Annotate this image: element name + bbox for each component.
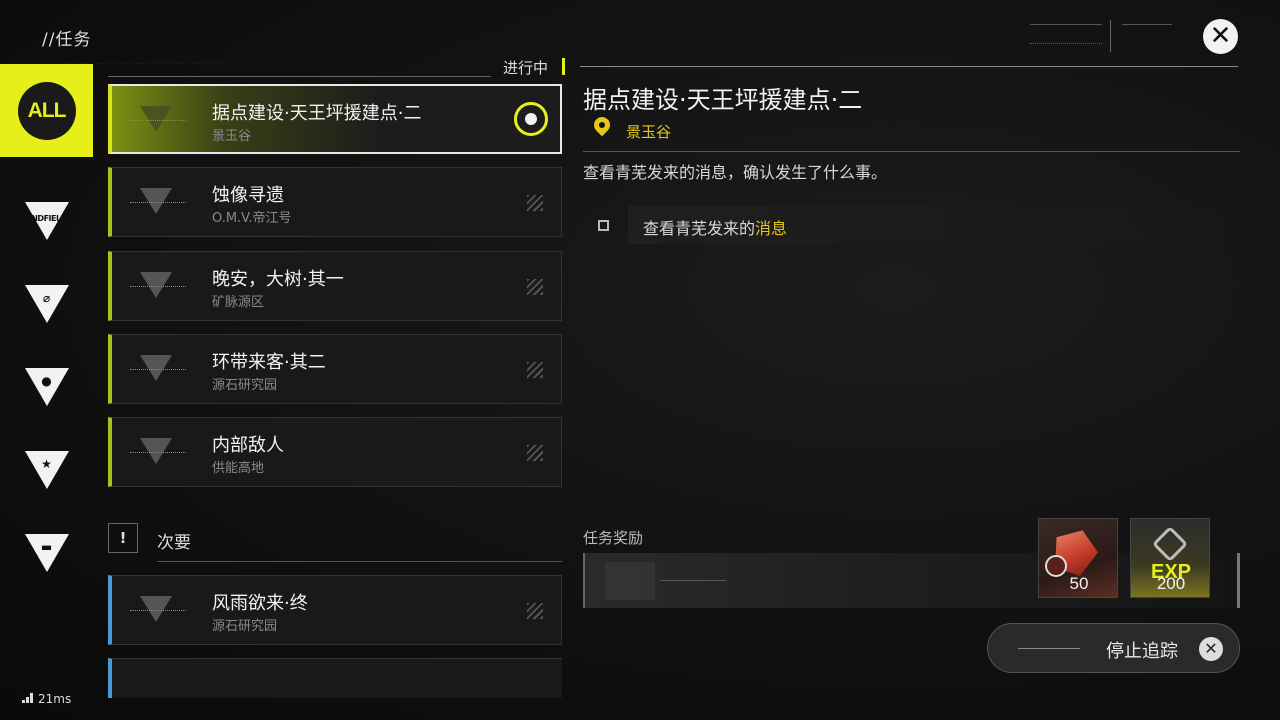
quest-card[interactable]: 据点建设·天王坪援建点·二 景玉谷	[108, 84, 562, 154]
person-icon: ●	[24, 367, 69, 406]
quest-title: 环带来客·其二	[212, 352, 326, 373]
quest-location: 源石研究园	[212, 619, 278, 634]
detail-description: 查看青芜发来的消息，确认发生了什么事。	[583, 163, 888, 182]
quest-emblem-icon	[140, 272, 172, 298]
sidebar-item-bracket[interactable]: ▬	[0, 506, 93, 599]
detail-location: 景玉谷	[626, 123, 672, 141]
hook-icon: ⌀	[24, 284, 69, 323]
ping-value: 21ms	[38, 692, 72, 706]
page-title: //任务	[42, 30, 92, 50]
close-icon: ✕	[1199, 637, 1223, 661]
section-divider	[157, 561, 562, 562]
hatch-icon	[527, 445, 543, 461]
sidebar-item-hook[interactable]: ⌀	[0, 257, 93, 350]
detail-title: 据点建设·天王坪援建点·二	[583, 86, 863, 114]
sidebar-item-endfield[interactable]: ENDFIELD	[0, 174, 93, 267]
detail-top-rule	[580, 66, 1238, 67]
reward-crystal[interactable]: 50	[1038, 518, 1118, 598]
endfield-icon: ENDFIELD	[24, 201, 69, 240]
hud-separator	[1110, 20, 1111, 52]
section-divider	[108, 76, 491, 77]
quest-location: O.M.V.帝江号	[212, 211, 292, 226]
quest-emblem-icon	[140, 106, 172, 132]
stop-tracking-label: 停止追踪	[1106, 641, 1178, 662]
objective-item: 查看青芜发来的消息	[583, 206, 1235, 244]
quest-title: 蚀像寻遗	[212, 185, 284, 206]
hud-decoration	[1030, 24, 1102, 44]
quest-card[interactable]: 环带来客·其二 源石研究园	[108, 334, 562, 404]
quest-location: 矿脉源区	[212, 295, 265, 310]
exp-icon	[1151, 525, 1189, 563]
quest-emblem-icon	[140, 438, 172, 464]
quest-card[interactable]: 风雨欲来·终 源石研究园	[108, 575, 562, 645]
quest-card[interactable]: 内部敌人 供能高地	[108, 417, 562, 487]
hatch-icon	[527, 603, 543, 619]
quest-location: 景玉谷	[212, 129, 252, 144]
quest-emblem-icon	[140, 355, 172, 381]
reward-count: 200	[1156, 574, 1186, 593]
quest-title: 晚安，大树·其一	[212, 269, 344, 290]
signal-icon	[22, 693, 34, 703]
crate-icon	[605, 562, 655, 600]
tracking-target-icon[interactable]	[514, 102, 548, 136]
sidebar-item-all[interactable]: ALL	[0, 64, 93, 157]
objective-highlight: 消息	[755, 219, 788, 238]
secondary-section-label: 次要	[157, 533, 191, 553]
quest-emblem-icon	[140, 596, 172, 622]
category-sidebar: ALL ENDFIELD ⌀ ● ★ ▬	[0, 64, 93, 720]
quest-emblem-icon	[140, 188, 172, 214]
quest-title: 内部敌人	[212, 435, 284, 456]
quest-card-partial[interactable]	[108, 658, 562, 698]
reward-count: 50	[1069, 574, 1089, 593]
secondary-alert-icon: !	[108, 523, 138, 553]
star-icon: ★	[24, 450, 69, 489]
sidebar-item-star[interactable]: ★	[0, 423, 93, 516]
stop-tracking-button[interactable]: 停止追踪 ✕	[987, 623, 1240, 673]
hatch-icon	[527, 362, 543, 378]
hatch-icon	[527, 279, 543, 295]
section-marker	[561, 58, 565, 75]
quest-card[interactable]: 晚安，大树·其一 矿脉源区	[108, 251, 562, 321]
reward-exp[interactable]: EXP 200	[1130, 518, 1210, 598]
rewards-label: 任务奖励	[583, 529, 644, 547]
close-button[interactable]: ✕	[1203, 19, 1238, 54]
quest-title: 风雨欲来·终	[212, 593, 308, 614]
bracket-icon: ▬	[24, 533, 69, 572]
objective-text: 查看青芜发来的消息	[643, 219, 788, 238]
all-icon: ALL	[17, 81, 76, 140]
hatch-icon	[527, 195, 543, 211]
quest-card[interactable]: 蚀像寻遗 O.M.V.帝江号	[108, 167, 562, 237]
detail-divider	[583, 151, 1240, 152]
checkbox-icon	[598, 220, 609, 231]
network-status: 21ms	[22, 692, 71, 706]
hud-decoration	[1122, 24, 1172, 44]
quest-title: 据点建设·天王坪援建点·二	[212, 103, 422, 124]
in-progress-label: 进行中	[503, 59, 549, 77]
sidebar-item-person[interactable]: ●	[0, 340, 93, 433]
quest-location: 供能高地	[212, 461, 265, 476]
quest-location: 源石研究园	[212, 378, 278, 393]
